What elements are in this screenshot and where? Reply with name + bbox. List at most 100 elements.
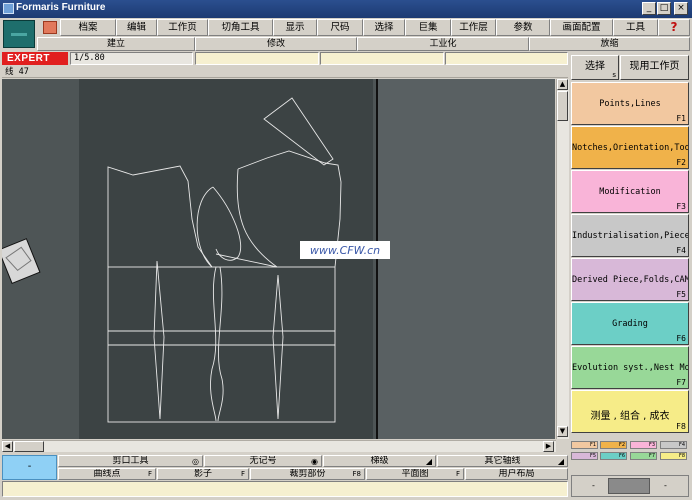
- cut-part-key: F8: [352, 470, 361, 478]
- step-label: 梯级: [370, 456, 389, 466]
- function-label: Industrialisation,Piece: [572, 231, 689, 241]
- window-title: Formaris Furniture: [16, 2, 106, 13]
- plan-view-label: 平面图: [401, 469, 429, 479]
- title-bar: Formaris Furniture _ □ ×: [0, 0, 692, 18]
- menu-file[interactable]: 档案: [60, 19, 116, 36]
- plan-view-button[interactable]: 平面图 F: [366, 468, 464, 480]
- vertical-scrollbar[interactable]: ▲ ▼: [556, 79, 569, 439]
- mini-key-f5[interactable]: F5: [571, 452, 598, 460]
- navigation-box[interactable]: - -: [571, 475, 689, 497]
- scroll-down-arrow-icon[interactable]: ▼: [557, 426, 568, 437]
- menu-worksheet[interactable]: 工作页: [157, 19, 208, 36]
- menu-corner-tools[interactable]: 切角工具: [208, 19, 273, 36]
- maximize-button[interactable]: □: [657, 2, 671, 15]
- nav-slider[interactable]: [608, 478, 650, 494]
- red-square-icon[interactable]: [43, 21, 57, 34]
- nav-prev-button[interactable]: -: [592, 481, 595, 490]
- function-key: F8: [676, 422, 686, 431]
- function-label: Evolution syst.,Nest Modi: [572, 363, 689, 373]
- function-points-lines[interactable]: Points,Lines F1: [571, 82, 689, 125]
- function-key: F6: [676, 334, 686, 343]
- status-line: 线 47: [2, 66, 568, 78]
- menu-layer[interactable]: 工作层: [451, 19, 496, 36]
- menu-size[interactable]: 尺码: [317, 19, 363, 36]
- shadow-label: 影子: [193, 469, 212, 479]
- close-button[interactable]: ×: [674, 2, 688, 15]
- mini-key-f2[interactable]: F2: [600, 441, 627, 449]
- function-derived-piece[interactable]: Derived Piece,Folds,CAM F5: [571, 258, 689, 301]
- submenu-industrialize[interactable]: 工业化: [357, 37, 529, 51]
- horizontal-scroll-thumb[interactable]: [14, 441, 44, 452]
- app-icon: [3, 3, 14, 14]
- scroll-up-arrow-icon[interactable]: ▲: [557, 79, 568, 90]
- function-measure-combine[interactable]: 测量 , 组合 , 成衣 F8: [571, 390, 689, 433]
- function-notches-tools[interactable]: Notches,Orientation,Tools F2: [571, 126, 689, 169]
- other-axis-button[interactable]: 其它轴线 ◢: [437, 455, 568, 467]
- zoom-field[interactable]: 1/5.80: [70, 52, 193, 65]
- watermark-text: www.CFW.cn: [310, 244, 380, 257]
- function-modification[interactable]: Modification F3: [571, 170, 689, 213]
- menu-tools[interactable]: 工具: [613, 19, 658, 36]
- cut-part-button[interactable]: 裁剪部份 F8: [250, 468, 365, 480]
- scroll-right-arrow-icon[interactable]: ▶: [543, 441, 554, 452]
- menu-screen-config[interactable]: 画面配置: [550, 19, 613, 36]
- function-label: Grading: [612, 319, 648, 329]
- function-industrialisation[interactable]: Industrialisation,Piece F4: [571, 214, 689, 257]
- blue-action-button[interactable]: -: [2, 455, 57, 480]
- notch-tools-button[interactable]: 剪口工具 ◎: [58, 455, 203, 467]
- app-logo: [3, 20, 35, 48]
- mini-key-f3[interactable]: F3: [630, 441, 657, 449]
- curve-points-key: F: [147, 470, 152, 478]
- shadow-key: F: [240, 470, 245, 478]
- curve-points-button[interactable]: 曲线点 F: [58, 468, 156, 480]
- function-grading[interactable]: Grading F6: [571, 302, 689, 345]
- submenu-modify[interactable]: 修改: [195, 37, 357, 51]
- submenu-create[interactable]: 建立: [37, 37, 195, 51]
- help-button[interactable]: ?: [658, 19, 690, 36]
- shadow-button[interactable]: 影子 F: [157, 468, 249, 480]
- function-key: F4: [676, 246, 686, 255]
- mini-key-f1[interactable]: F1: [571, 441, 598, 449]
- menu-parameters[interactable]: 参数: [496, 19, 550, 36]
- curve-points-label: 曲线点: [93, 469, 121, 479]
- function-label: Points,Lines: [599, 99, 661, 109]
- mini-key-f8[interactable]: F8: [660, 452, 687, 460]
- function-key: F7: [676, 378, 686, 387]
- step-button[interactable]: 梯级 ◢: [323, 455, 436, 467]
- notch-tools-label: 剪口工具: [112, 456, 149, 466]
- input-field-2[interactable]: [320, 52, 444, 65]
- function-label: Derived Piece,Folds,CAM: [572, 275, 689, 285]
- function-key: F5: [676, 290, 686, 299]
- function-evolution-nest[interactable]: Evolution syst.,Nest Modi F7: [571, 346, 689, 389]
- menu-edit[interactable]: 编辑: [116, 19, 157, 36]
- cut-part-label: 裁剪部份: [289, 469, 326, 479]
- mini-key-f7[interactable]: F7: [630, 452, 657, 460]
- scroll-left-arrow-icon[interactable]: ◀: [2, 441, 13, 452]
- function-key: F2: [676, 158, 686, 167]
- drawing-canvas[interactable]: www.CFW.cn: [2, 79, 555, 439]
- submenu-grading[interactable]: 放缩: [529, 37, 690, 51]
- vertical-scroll-thumb[interactable]: [557, 91, 568, 121]
- current-worksheet-button[interactable]: 现用工作页: [620, 55, 689, 80]
- mini-key-f6[interactable]: F6: [600, 452, 627, 460]
- nav-next-button[interactable]: -: [664, 481, 667, 490]
- command-input-bar[interactable]: [2, 481, 568, 497]
- mini-key-f4[interactable]: F4: [660, 441, 687, 449]
- no-marker-button[interactable]: 无记号 ◉: [204, 455, 322, 467]
- horizontal-scrollbar[interactable]: ◀ ▶: [2, 440, 556, 452]
- input-field-1[interactable]: [195, 52, 319, 65]
- menu-select[interactable]: 选择: [363, 19, 405, 36]
- select-button-label: 选择: [585, 61, 605, 72]
- select-button[interactable]: 选择 s: [571, 55, 619, 80]
- user-layout-button[interactable]: 用户布局: [465, 468, 568, 480]
- input-field-3[interactable]: [445, 52, 568, 65]
- menu-macro[interactable]: 巨集: [405, 19, 451, 36]
- menu-display[interactable]: 显示: [273, 19, 317, 36]
- other-axis-label: 其它轴线: [484, 456, 521, 466]
- function-label: Notches,Orientation,Tools: [572, 143, 689, 153]
- function-key: F3: [676, 202, 686, 211]
- function-label: Modification: [599, 187, 661, 197]
- function-key: F1: [676, 114, 686, 123]
- minimize-button[interactable]: _: [642, 2, 656, 15]
- pattern-drawing: www.CFW.cn: [2, 79, 555, 439]
